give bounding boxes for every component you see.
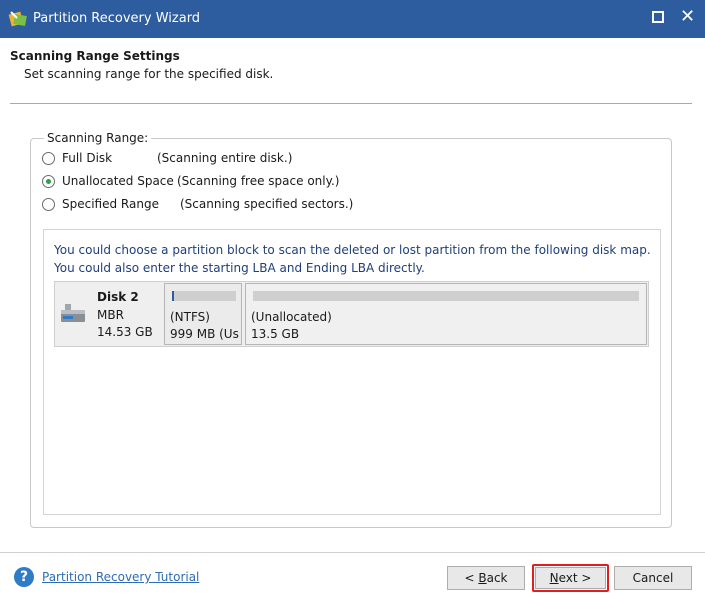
footer-divider — [0, 552, 705, 553]
disk-type: MBR — [97, 308, 124, 322]
usb-disk-icon — [61, 304, 85, 322]
scanning-range-legend: Scanning Range: — [44, 131, 152, 145]
maximize-icon[interactable] — [652, 11, 664, 23]
partition-filesystem: (Unallocated) — [251, 310, 332, 324]
partition-block-unallocated[interactable]: (Unallocated) 13.5 GB — [245, 283, 647, 345]
next-button[interactable]: Next > — [535, 567, 606, 589]
disk-map-info-line1: You could choose a partition block to sc… — [54, 243, 651, 257]
cancel-button[interactable]: Cancel — [614, 566, 692, 590]
window-title: Partition Recovery Wizard — [33, 11, 201, 26]
back-button[interactable]: < Back — [447, 566, 525, 590]
partition-size: 999 MB (Us — [170, 327, 239, 341]
header-divider — [10, 103, 692, 104]
partition-usage-bar — [172, 291, 236, 301]
disk-size: 14.53 GB — [97, 325, 153, 339]
partition-usage-fill — [172, 291, 174, 301]
disk-map-info-line2: You could also enter the starting LBA an… — [54, 261, 425, 275]
radio-label: Unallocated Space — [62, 174, 174, 188]
partition-usage-bar — [253, 291, 639, 301]
radio-button[interactable] — [42, 198, 55, 211]
radio-description: (Scanning specified sectors.) — [180, 197, 354, 211]
partition-filesystem: (NTFS) — [170, 310, 210, 324]
close-icon[interactable]: ✕ — [680, 7, 695, 27]
radio-button[interactable] — [42, 152, 55, 165]
partition-block-ntfs[interactable]: (NTFS) 999 MB (Us — [164, 283, 242, 345]
page-title: Scanning Range Settings — [10, 49, 180, 63]
radio-label: Full Disk — [62, 151, 113, 165]
radio-button-selected[interactable] — [42, 175, 55, 188]
app-logo-icon — [8, 11, 27, 27]
partition-size: 13.5 GB — [251, 327, 300, 341]
title-bar: Partition Recovery Wizard ✕ — [0, 0, 705, 38]
page-subtitle: Set scanning range for the specified dis… — [24, 67, 274, 81]
radio-description: (Scanning entire disk.) — [157, 151, 293, 165]
disk-name: Disk 2 — [97, 290, 139, 304]
radio-description: (Scanning free space only.) — [177, 174, 340, 188]
radio-label: Specified Range — [62, 197, 159, 211]
tutorial-link[interactable]: Partition Recovery Tutorial — [42, 570, 199, 584]
help-icon[interactable]: ? — [14, 567, 34, 587]
